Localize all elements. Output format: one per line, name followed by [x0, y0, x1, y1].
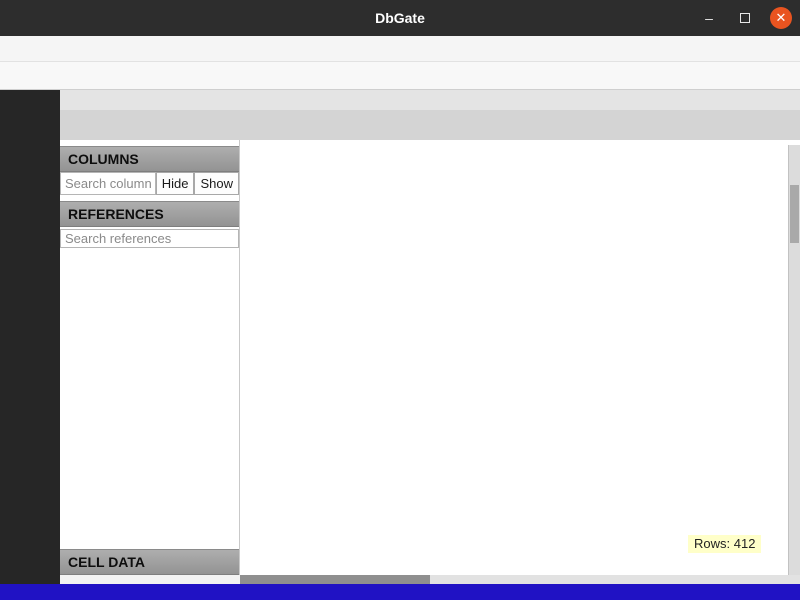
- data-grid: Rows: 412: [240, 140, 800, 575]
- references-panel-title: REFERENCES: [68, 206, 164, 222]
- toolbar: [0, 62, 800, 90]
- horizontal-scrollbar-thumb[interactable]: [240, 575, 430, 584]
- horizontal-scrollbar-strip: [60, 575, 800, 584]
- window-title: DbGate: [0, 10, 800, 26]
- grid-header-row: [240, 145, 800, 168]
- search-columns-input[interactable]: [60, 172, 156, 195]
- search-references-input[interactable]: [60, 229, 239, 248]
- grid-filter-row: [240, 168, 800, 190]
- references-panel-header[interactable]: REFERENCES: [60, 201, 239, 227]
- minimize-icon[interactable]: –: [698, 7, 720, 29]
- tab-group-row: [60, 90, 800, 110]
- grid-rows: [240, 190, 800, 575]
- hide-button[interactable]: Hide: [156, 172, 195, 195]
- sidebar-icon-rail: [0, 90, 60, 584]
- title-bar: DbGate – ✕: [0, 0, 800, 36]
- columns-panel-header[interactable]: COLUMNS: [60, 146, 239, 172]
- menu-bar: [0, 36, 800, 62]
- vertical-scrollbar-thumb[interactable]: [790, 185, 799, 243]
- maximize-icon[interactable]: [734, 7, 756, 29]
- show-button[interactable]: Show: [194, 172, 239, 195]
- rows-count-badge: Rows: 412: [688, 535, 761, 553]
- columns-panel-title: COLUMNS: [68, 151, 139, 167]
- left-panel: COLUMNS Hide Show REFERENCES: [60, 140, 240, 575]
- dbgate-window: DbGate – ✕ COLUMNS Hide Show: [0, 0, 800, 600]
- cell-data-panel-header[interactable]: CELL DATA: [60, 549, 239, 575]
- vertical-scrollbar[interactable]: [788, 145, 800, 575]
- tab-row: [60, 110, 800, 140]
- close-icon[interactable]: ✕: [770, 7, 792, 29]
- cell-data-panel-title: CELL DATA: [68, 554, 145, 570]
- window-controls: – ✕: [698, 0, 792, 36]
- horizontal-scrollbar[interactable]: [240, 575, 800, 584]
- status-bar: [0, 584, 800, 600]
